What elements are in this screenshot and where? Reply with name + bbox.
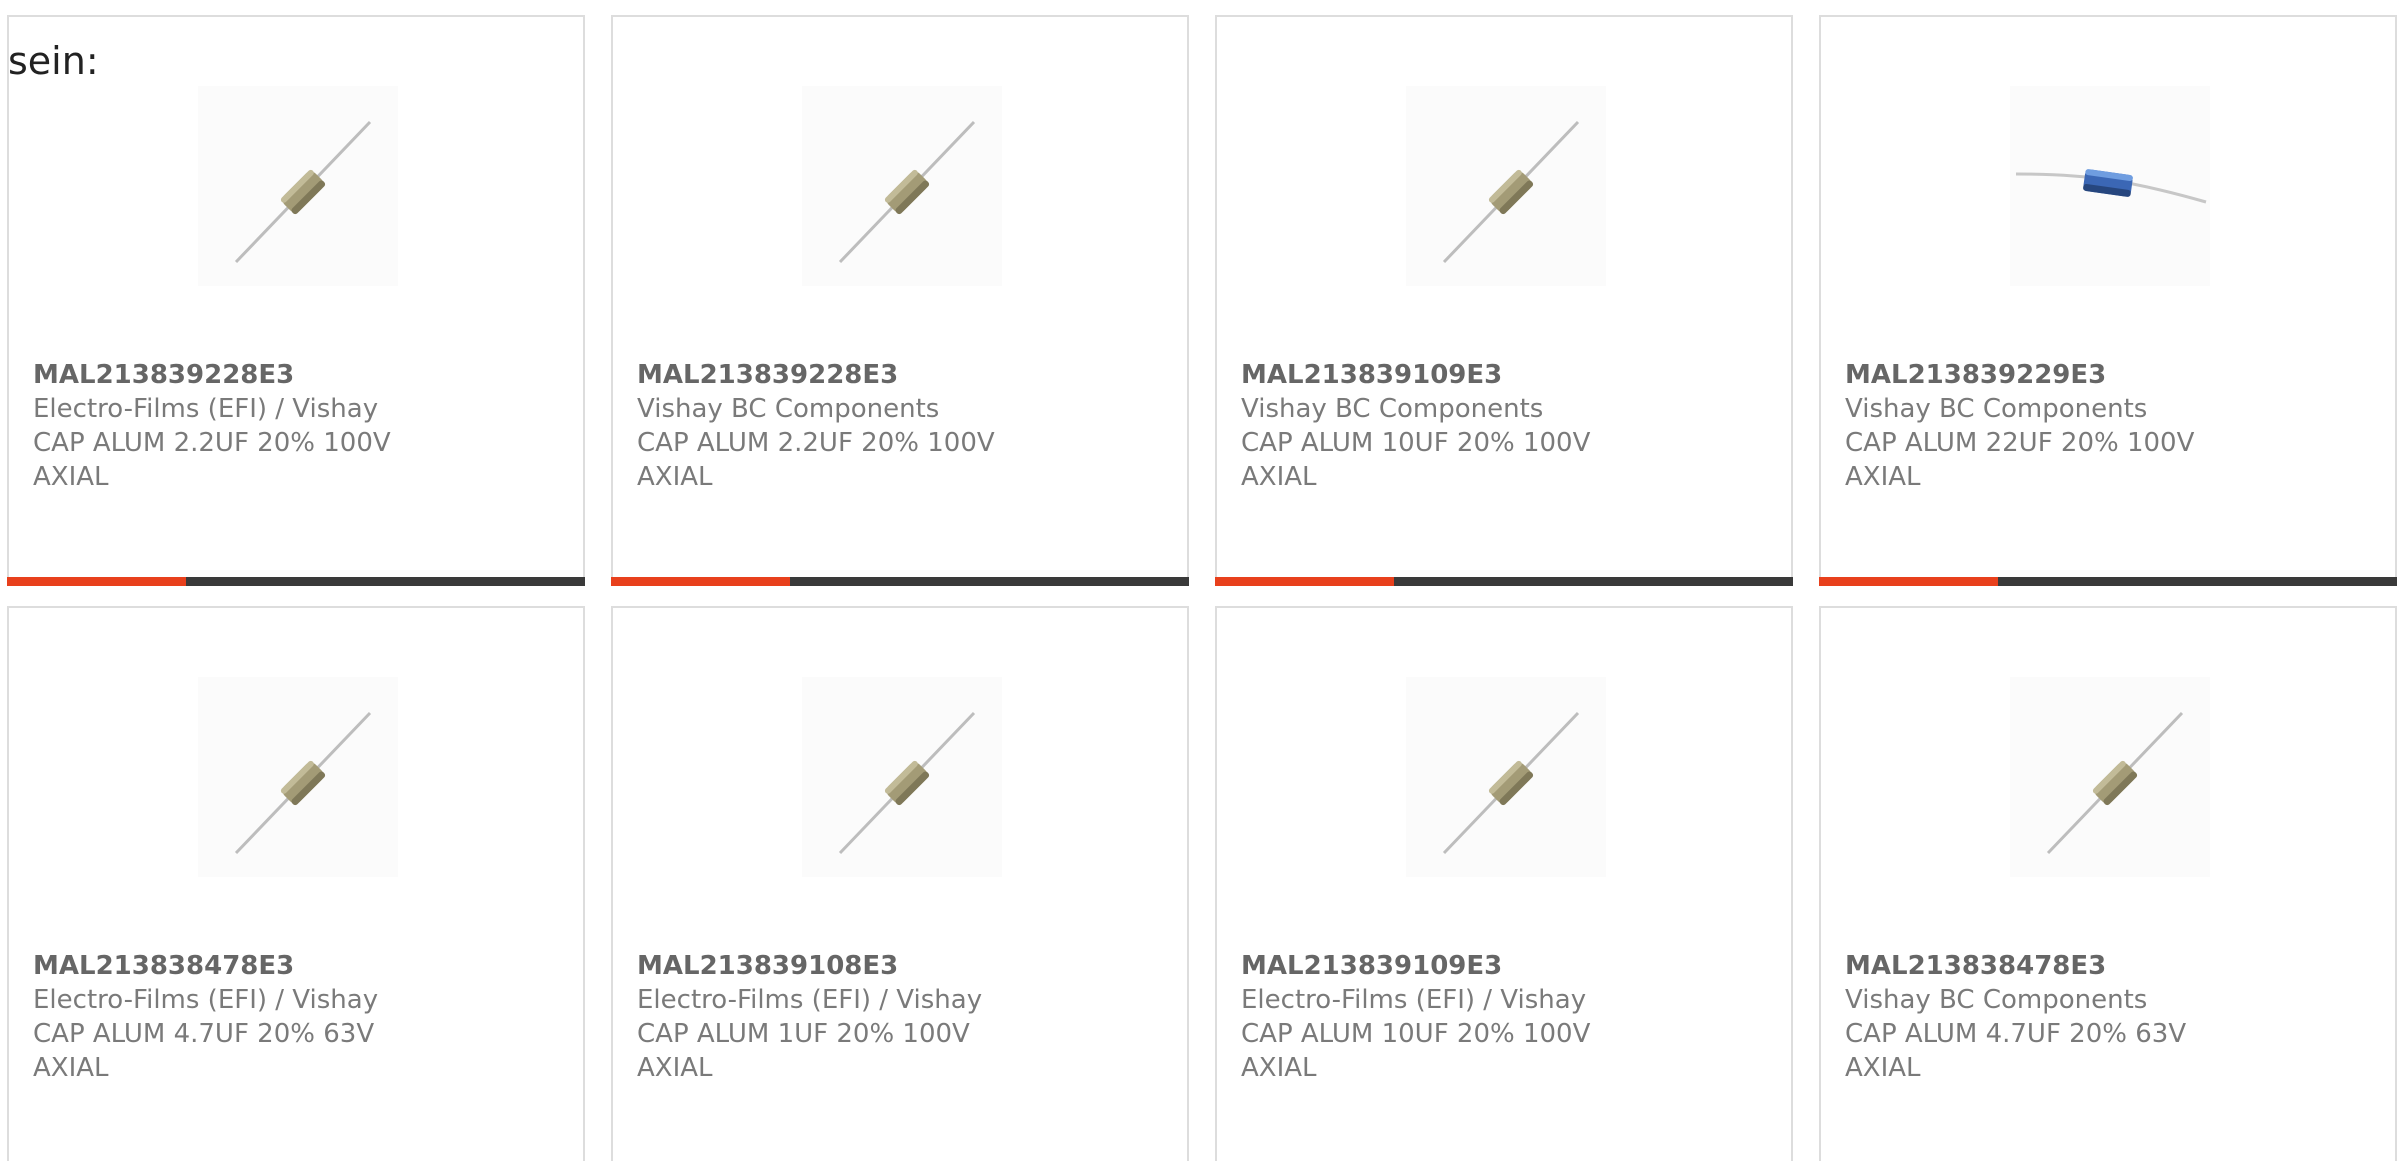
intro-text: sein: (8, 39, 99, 83)
axial-capacitor-beige-icon (198, 86, 398, 286)
progress-bar (1819, 577, 2397, 586)
progress-bar (7, 577, 585, 586)
manufacturer: Electro-Films (EFI) / Vishay (33, 985, 379, 1015)
product-card[interactable]: MAL213839109E3 Vishay BC Components CAP … (1215, 15, 1793, 586)
description: CAP ALUM 4.7UF 20% 63V AXIAL (1845, 1019, 2187, 1083)
description: CAP ALUM 10UF 20% 100V AXIAL (1241, 428, 1591, 492)
product-card[interactable]: MAL213839108E3 Electro-Films (EFI) / Vis… (611, 606, 1189, 1161)
progress-bar (611, 577, 1189, 586)
description: CAP ALUM 10UF 20% 100V AXIAL (1241, 1019, 1591, 1083)
part-number[interactable]: MAL213839109E3 (1241, 358, 1641, 392)
description: CAP ALUM 2.2UF 20% 100V AXIAL (637, 428, 995, 492)
product-card[interactable]: MAL213839228E3 Vishay BC Components CAP … (611, 15, 1189, 586)
part-number[interactable]: MAL213839229E3 (1845, 358, 2245, 392)
product-card[interactable]: MAL213838478E3 Vishay BC Components CAP … (1819, 606, 2397, 1161)
description: CAP ALUM 4.7UF 20% 63V AXIAL (33, 1019, 375, 1083)
description: CAP ALUM 22UF 20% 100V AXIAL (1845, 428, 2195, 492)
axial-capacitor-beige-icon (802, 677, 1002, 877)
axial-capacitor-blue-icon (2010, 86, 2210, 286)
product-card[interactable]: MAL213838478E3 Electro-Films (EFI) / Vis… (7, 606, 585, 1161)
progress-fill (1819, 577, 1999, 586)
product-card[interactable]: MAL213839229E3 Vishay BC Components CAP … (1819, 15, 2397, 586)
part-number[interactable]: MAL213839108E3 (637, 949, 1037, 983)
manufacturer: Electro-Films (EFI) / Vishay (1241, 985, 1587, 1015)
description: CAP ALUM 1UF 20% 100V AXIAL (637, 1019, 970, 1083)
progress-bar (1215, 577, 1793, 586)
manufacturer: Vishay BC Components (1845, 985, 2148, 1015)
axial-capacitor-beige-icon (198, 677, 398, 877)
description: CAP ALUM 2.2UF 20% 100V AXIAL (33, 428, 391, 492)
part-number[interactable]: MAL213838478E3 (1845, 949, 2245, 983)
axial-capacitor-beige-icon (802, 86, 1002, 286)
part-number[interactable]: MAL213839228E3 (33, 358, 433, 392)
product-card[interactable]: MAL213839109E3 Electro-Films (EFI) / Vis… (1215, 606, 1793, 1161)
manufacturer: Electro-Films (EFI) / Vishay (33, 394, 379, 424)
part-number[interactable]: MAL213838478E3 (33, 949, 433, 983)
axial-capacitor-beige-icon (1406, 86, 1606, 286)
part-number[interactable]: MAL213839228E3 (637, 358, 1037, 392)
axial-capacitor-beige-icon (1406, 677, 1606, 877)
manufacturer: Electro-Films (EFI) / Vishay (637, 985, 983, 1015)
axial-capacitor-beige-icon (2010, 677, 2210, 877)
page: sein: MAL213839228E3 Electro-Films (EFI)… (0, 0, 2400, 1161)
product-card[interactable]: MAL213839228E3 Electro-Films (EFI) / Vis… (7, 15, 585, 586)
manufacturer: Vishay BC Components (1241, 394, 1544, 424)
progress-fill (1215, 577, 1395, 586)
part-number[interactable]: MAL213839109E3 (1241, 949, 1641, 983)
progress-fill (7, 577, 187, 586)
manufacturer: Vishay BC Components (637, 394, 940, 424)
progress-fill (611, 577, 791, 586)
manufacturer: Vishay BC Components (1845, 394, 2148, 424)
